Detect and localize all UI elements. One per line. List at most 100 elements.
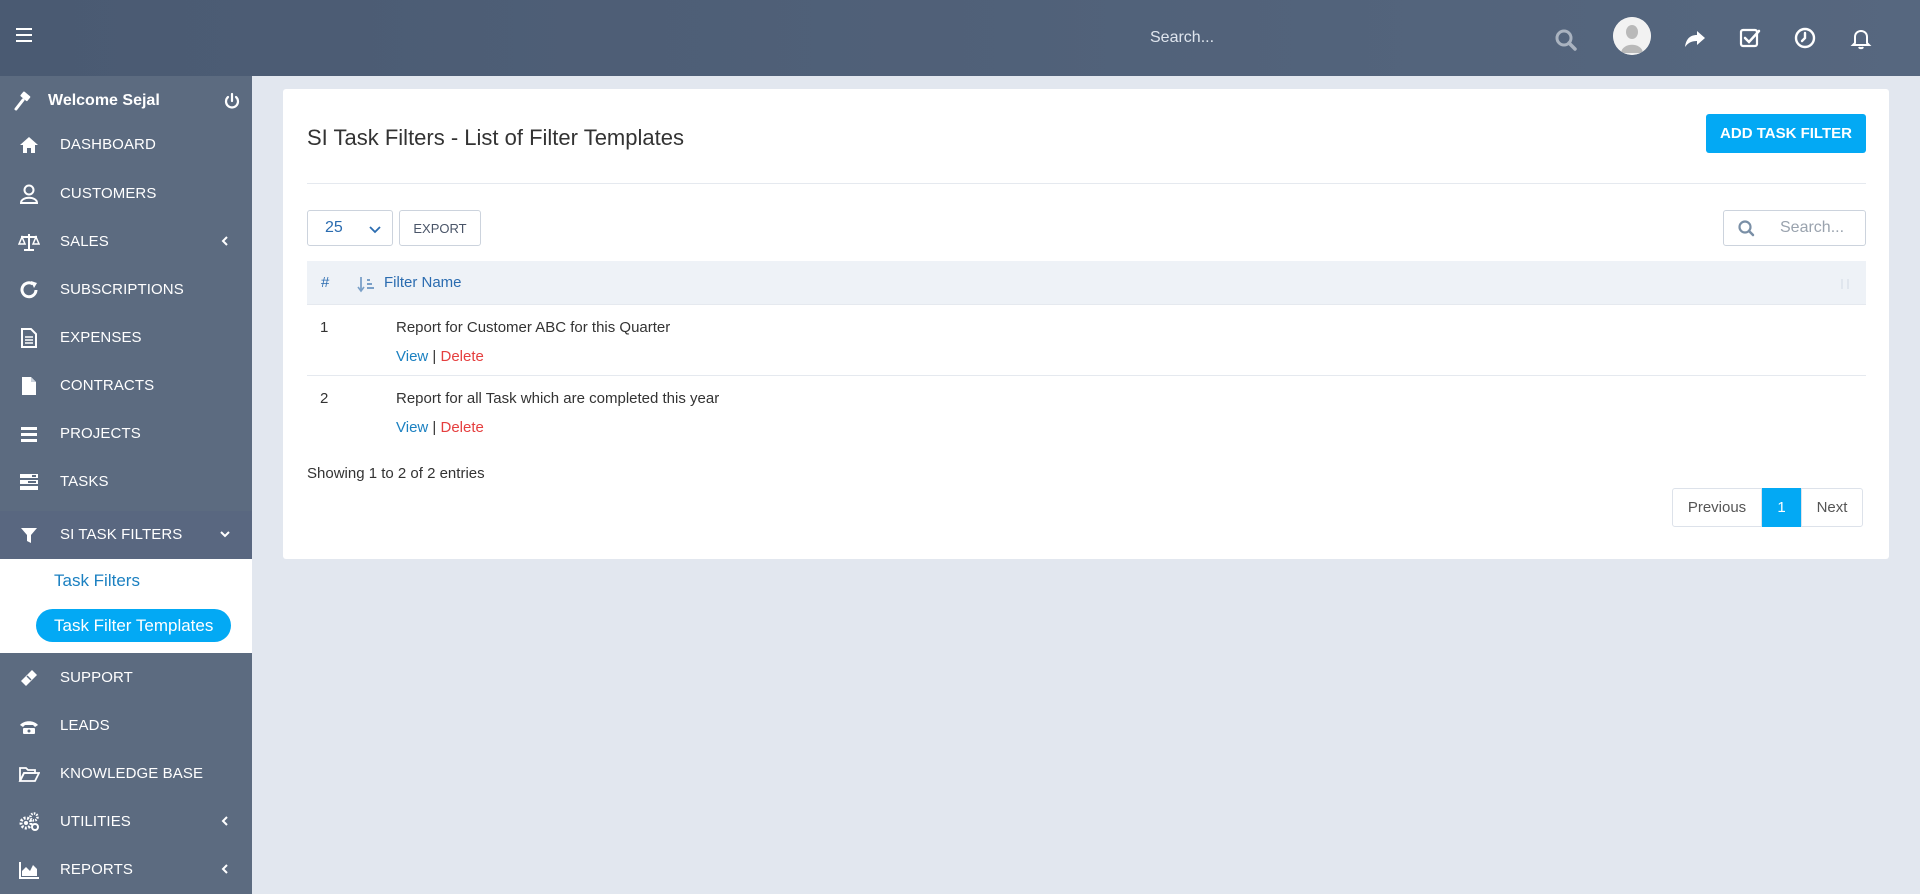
sidebar-item-label: UTILITIES (60, 813, 131, 830)
table-row: 2 Report for all Task which are complete… (307, 375, 1866, 446)
sidebar-item-label: CUSTOMERS (60, 185, 157, 202)
sidebar-item-contracts[interactable]: CONTRACTS (0, 362, 252, 410)
cogs-icon (19, 812, 39, 831)
sidebar-item-utilities[interactable]: UTILITIES (0, 798, 252, 846)
chevron-left-icon (221, 816, 228, 826)
si-task-filters-submenu: Task Filters Task Filter Templates (0, 559, 252, 653)
sidebar-item-subscriptions[interactable]: SUBSCRIPTIONS (0, 266, 252, 314)
welcome-bar: Welcome Sejal (0, 84, 252, 118)
sidebar-item-label: SI TASK FILTERS (60, 526, 183, 543)
export-button[interactable]: EXPORT (399, 210, 481, 246)
sidebar-item-leads[interactable]: LEADS (0, 702, 252, 750)
top-header (0, 0, 1920, 76)
sidebar-item-expenses[interactable]: EXPENSES (0, 314, 252, 362)
sidebar-item-label: KNOWLEDGE BASE (60, 765, 204, 782)
sidebar-item-si-task-filters[interactable]: SI TASK FILTERS (0, 511, 252, 559)
sidebar-item-support[interactable]: SUPPORT (0, 654, 252, 702)
view-link[interactable]: View (396, 419, 428, 436)
sidebar-item-tasks[interactable]: TASKS (0, 458, 252, 506)
sidebar-item-label: CONTRACTS (60, 377, 155, 394)
submenu-task-filters[interactable]: Task Filters (54, 571, 140, 591)
welcome-text: Welcome Sejal (48, 92, 160, 109)
chevron-left-icon (221, 236, 228, 246)
refresh-icon (20, 281, 38, 299)
divider (307, 183, 1866, 184)
pagination-next[interactable]: Next (1801, 488, 1863, 527)
search-icon[interactable] (1554, 28, 1578, 52)
table-search-input[interactable] (1768, 210, 1866, 246)
delete-link[interactable]: Delete (441, 348, 484, 365)
main-panel: SI Task Filters - List of Filter Templat… (283, 89, 1889, 559)
user-icon (19, 184, 39, 204)
bars-icon (21, 427, 37, 442)
sidebar-item-label: PROJECTS (60, 425, 141, 442)
table-header: # Filter Name (307, 261, 1866, 304)
folder-open-icon (18, 767, 40, 782)
sidebar-item-label: SUPPORT (60, 669, 133, 686)
page-length-value: 25 (325, 219, 343, 236)
view-link[interactable]: View (396, 348, 428, 365)
share-icon[interactable] (1683, 26, 1707, 50)
table-row: 1 Report for Customer ABC for this Quart… (307, 304, 1866, 375)
sidebar-item-label: EXPENSES (60, 329, 142, 346)
page-length-select[interactable]: 25 (307, 210, 393, 246)
pagination-previous[interactable]: Previous (1672, 488, 1762, 527)
sidebar-item-label: TASKS (60, 473, 109, 490)
sidebar-item-knowledge-base[interactable]: KNOWLEDGE BASE (0, 750, 252, 798)
logout-power-icon[interactable] (223, 92, 241, 110)
row-actions: View | Delete (396, 348, 484, 365)
action-separator: | (432, 419, 441, 436)
clock-icon[interactable] (1793, 26, 1817, 50)
bell-icon[interactable] (1849, 26, 1873, 50)
menu-icon[interactable] (16, 28, 32, 42)
row-filter-name: Report for Customer ABC for this Quarter (396, 319, 671, 336)
sidebar-item-label: LEADS (60, 717, 110, 734)
home-icon (20, 137, 38, 153)
sidebar-item-reports[interactable]: REPORTS (0, 846, 252, 894)
pagination: Previous 1 Next (1672, 488, 1863, 527)
gavel-icon (14, 91, 31, 111)
chevron-down-icon (369, 226, 381, 234)
header-search-input[interactable] (1150, 24, 1570, 52)
area-chart-icon (19, 862, 39, 879)
pagination-page-1[interactable]: 1 (1762, 488, 1801, 527)
sidebar-item-customers[interactable]: CUSTOMERS (0, 170, 252, 218)
filter-icon (21, 528, 37, 543)
submenu-task-filter-templates-label: Task Filter Templates (54, 616, 214, 635)
scale-icon (18, 234, 40, 251)
column-header-filter-name[interactable]: Filter Name (384, 274, 462, 291)
search-icon (1738, 220, 1755, 237)
row-actions: View | Delete (396, 419, 484, 436)
sidebar-item-label: REPORTS (60, 861, 133, 878)
sidebar-item-sales[interactable]: SALES (0, 218, 252, 266)
column-header-hash[interactable]: # (321, 274, 329, 291)
document-icon (21, 328, 37, 348)
action-separator: | (432, 348, 441, 365)
submenu-task-filter-templates[interactable]: Task Filter Templates (36, 609, 231, 642)
sort-both-icon[interactable] (1839, 277, 1851, 291)
sidebar-item-label: SALES (60, 233, 109, 250)
file-icon (22, 377, 36, 395)
row-filter-name: Report for all Task which are completed … (396, 390, 720, 407)
row-number: 1 (320, 319, 329, 336)
sidebar-item-dashboard[interactable]: DASHBOARD (0, 121, 252, 169)
sidebar-item-label: DASHBOARD (60, 136, 156, 153)
check-square-icon[interactable] (1738, 26, 1762, 50)
page-title: SI Task Filters - List of Filter Templat… (307, 125, 684, 150)
tasks-icon (20, 474, 38, 490)
phone-icon (20, 721, 38, 734)
sidebar-item-projects[interactable]: PROJECTS (0, 410, 252, 458)
chevron-left-icon (221, 864, 228, 874)
ticket-icon (21, 670, 37, 686)
chevron-down-icon (220, 531, 230, 538)
sidebar-item-label: SUBSCRIPTIONS (60, 281, 184, 298)
avatar[interactable] (1613, 17, 1651, 55)
add-task-filter-button[interactable]: ADD TASK FILTER (1706, 114, 1866, 153)
sort-ascending-icon[interactable] (357, 275, 375, 293)
sidebar: Welcome Sejal DASHBOARD CUSTOMERS SALES … (0, 76, 252, 894)
delete-link[interactable]: Delete (441, 419, 484, 436)
user-avatar-icon (1613, 17, 1651, 55)
table-search-button[interactable] (1723, 210, 1769, 246)
table-info: Showing 1 to 2 of 2 entries (307, 465, 485, 482)
row-number: 2 (320, 390, 329, 407)
